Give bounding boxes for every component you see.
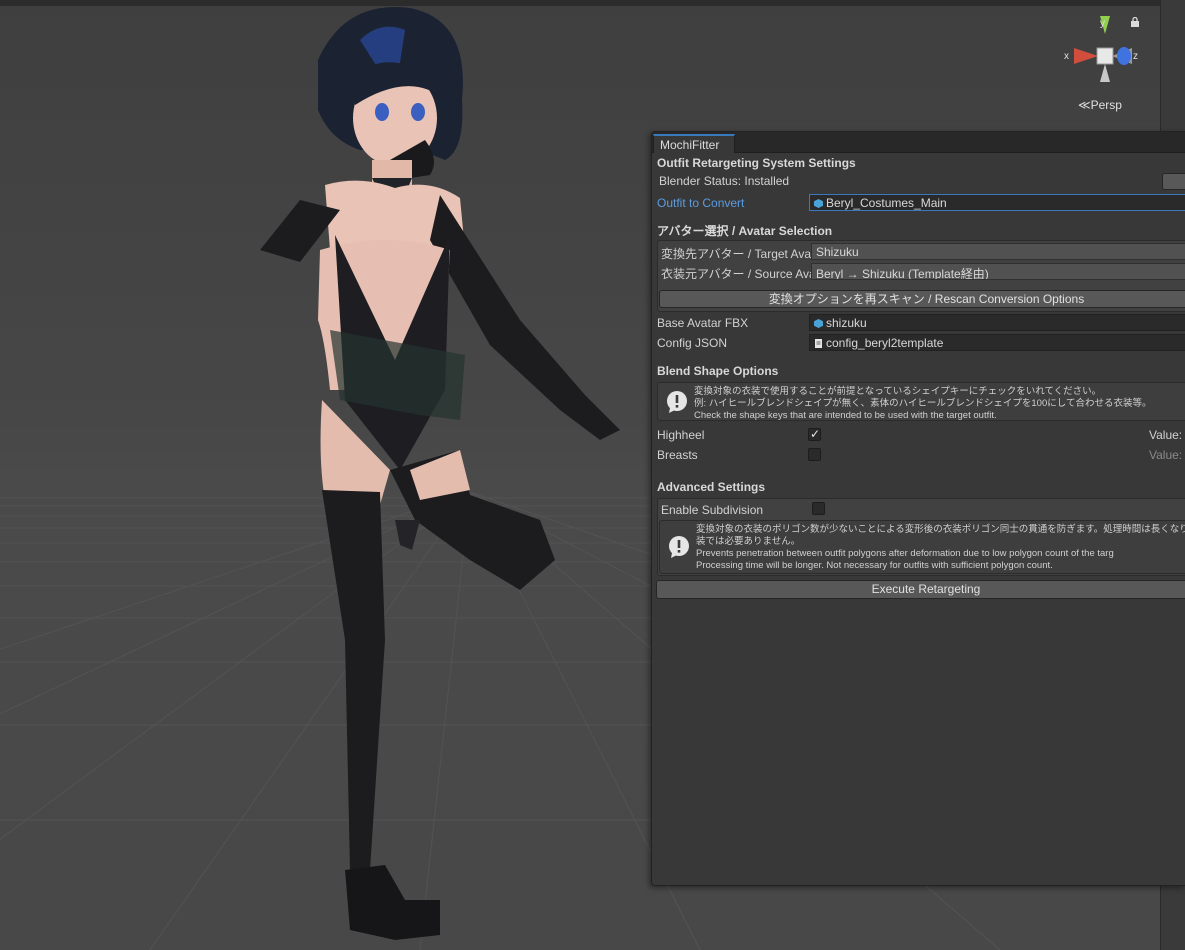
base-fbx-label: Base Avatar FBX xyxy=(657,316,749,330)
warning-icon xyxy=(667,391,687,413)
subdivision-checkbox[interactable] xyxy=(812,502,825,515)
z-axis-cone xyxy=(1117,47,1131,65)
source-avatar-dropdown[interactable]: Beryl → Shizuku (Template経由) xyxy=(811,263,1185,280)
tab-mochifitter[interactable]: MochiFitter xyxy=(653,134,735,153)
outfit-field[interactable]: Beryl_Costumes_Main xyxy=(809,194,1185,211)
check-icon: ✓ xyxy=(810,427,821,441)
projection-label: Persp xyxy=(1090,98,1122,112)
blend-help-line-2: 例: ハイヒールブレンドシェイプが無く、素体のハイヒールブレンドシェイプを100… xyxy=(694,398,1152,409)
blend-help-line-3: Check the shape keys that are intended t… xyxy=(694,410,997,421)
blend-help-line-1: 変換対象の衣装で使用することが前提となっているシェイプキーにチェックをいれてくだ… xyxy=(694,386,1102,397)
warning-icon xyxy=(669,536,689,558)
highheel-value-label: Value: xyxy=(1149,428,1183,442)
lock-icon[interactable] xyxy=(1130,17,1140,27)
execute-retargeting-button[interactable]: Execute Retargeting xyxy=(656,580,1185,599)
breasts-value-label: Value: xyxy=(1149,448,1183,462)
target-avatar-dropdown[interactable]: Shizuku xyxy=(811,243,1185,260)
prefab-icon xyxy=(814,197,823,208)
advanced-help-line-4: Processing time will be longer. Not nece… xyxy=(696,560,1053,571)
axis-y-label: y xyxy=(1100,18,1105,29)
axis-z-label: z xyxy=(1133,51,1138,62)
blend-shape-help: 変換対象の衣装で使用することが前提となっているシェイプキーにチェックをいれてくだ… xyxy=(657,382,1185,421)
window-tabbar: MochiFitter xyxy=(652,132,1185,153)
x-axis-cone xyxy=(1074,48,1098,64)
rescan-button[interactable]: 変換オプションを再スキャン / Rescan Conversion Option… xyxy=(659,290,1185,308)
blender-status-button[interactable] xyxy=(1162,173,1185,190)
advanced-header: Advanced Settings xyxy=(657,480,766,494)
highheel-checkbox[interactable]: ✓ xyxy=(808,427,821,441)
config-json-field[interactable]: config_beryl2template xyxy=(809,334,1185,351)
tab-label: MochiFitter xyxy=(660,138,720,152)
blender-status: Blender Status: Installed xyxy=(659,174,790,188)
advanced-help-line-1: 変換対象の衣装のポリゴン数が少ないことによる変形後の衣装ポリゴン同士の貫通を防ぎ… xyxy=(696,524,1185,535)
avatar-model[interactable] xyxy=(250,0,650,950)
axis-x-label: x xyxy=(1064,51,1069,62)
outfit-label: Outfit to Convert xyxy=(657,196,745,210)
source-avatar-label: 衣装元アバター / Source Ava xyxy=(661,267,816,281)
persp-icon: ≪ xyxy=(1078,98,1091,112)
highheel-label: Highheel xyxy=(657,428,705,442)
model-icon xyxy=(814,317,823,328)
advanced-help: 変換対象の衣装のポリゴン数が少ないことによる変形後の衣装ポリゴン同士の貫通を防ぎ… xyxy=(659,520,1185,574)
base-fbx-value: shizuku xyxy=(826,316,867,330)
target-avatar-value: Shizuku xyxy=(816,245,859,259)
source-avatar-value: Beryl → Shizuku (Template経由) xyxy=(816,267,989,280)
outfit-value: Beryl_Costumes_Main xyxy=(826,196,947,210)
config-json-value: config_beryl2template xyxy=(826,336,944,350)
text-asset-icon xyxy=(814,337,823,348)
base-fbx-field[interactable]: shizuku xyxy=(809,314,1185,331)
advanced-help-line-3: Prevents penetration between outfit poly… xyxy=(696,548,1114,559)
subdivision-label: Enable Subdivision xyxy=(661,503,764,517)
avatar-selection-header: アバター選択 / Avatar Selection xyxy=(657,224,833,238)
breasts-checkbox[interactable] xyxy=(808,448,821,461)
advanced-help-line-2: 装では必要ありません。 xyxy=(696,536,801,547)
target-avatar-label: 変換先アバター / Target Avat xyxy=(661,247,815,261)
blend-shape-header: Blend Shape Options xyxy=(657,364,779,378)
projection-toggle[interactable]: ≪Persp xyxy=(1078,98,1122,112)
section-title: Outfit Retargeting System Settings xyxy=(657,156,856,170)
breasts-label: Breasts xyxy=(657,448,698,462)
mochifitter-window: MochiFitter Outfit Retargeting System Se… xyxy=(651,131,1185,886)
config-json-label: Config JSON xyxy=(657,336,728,350)
